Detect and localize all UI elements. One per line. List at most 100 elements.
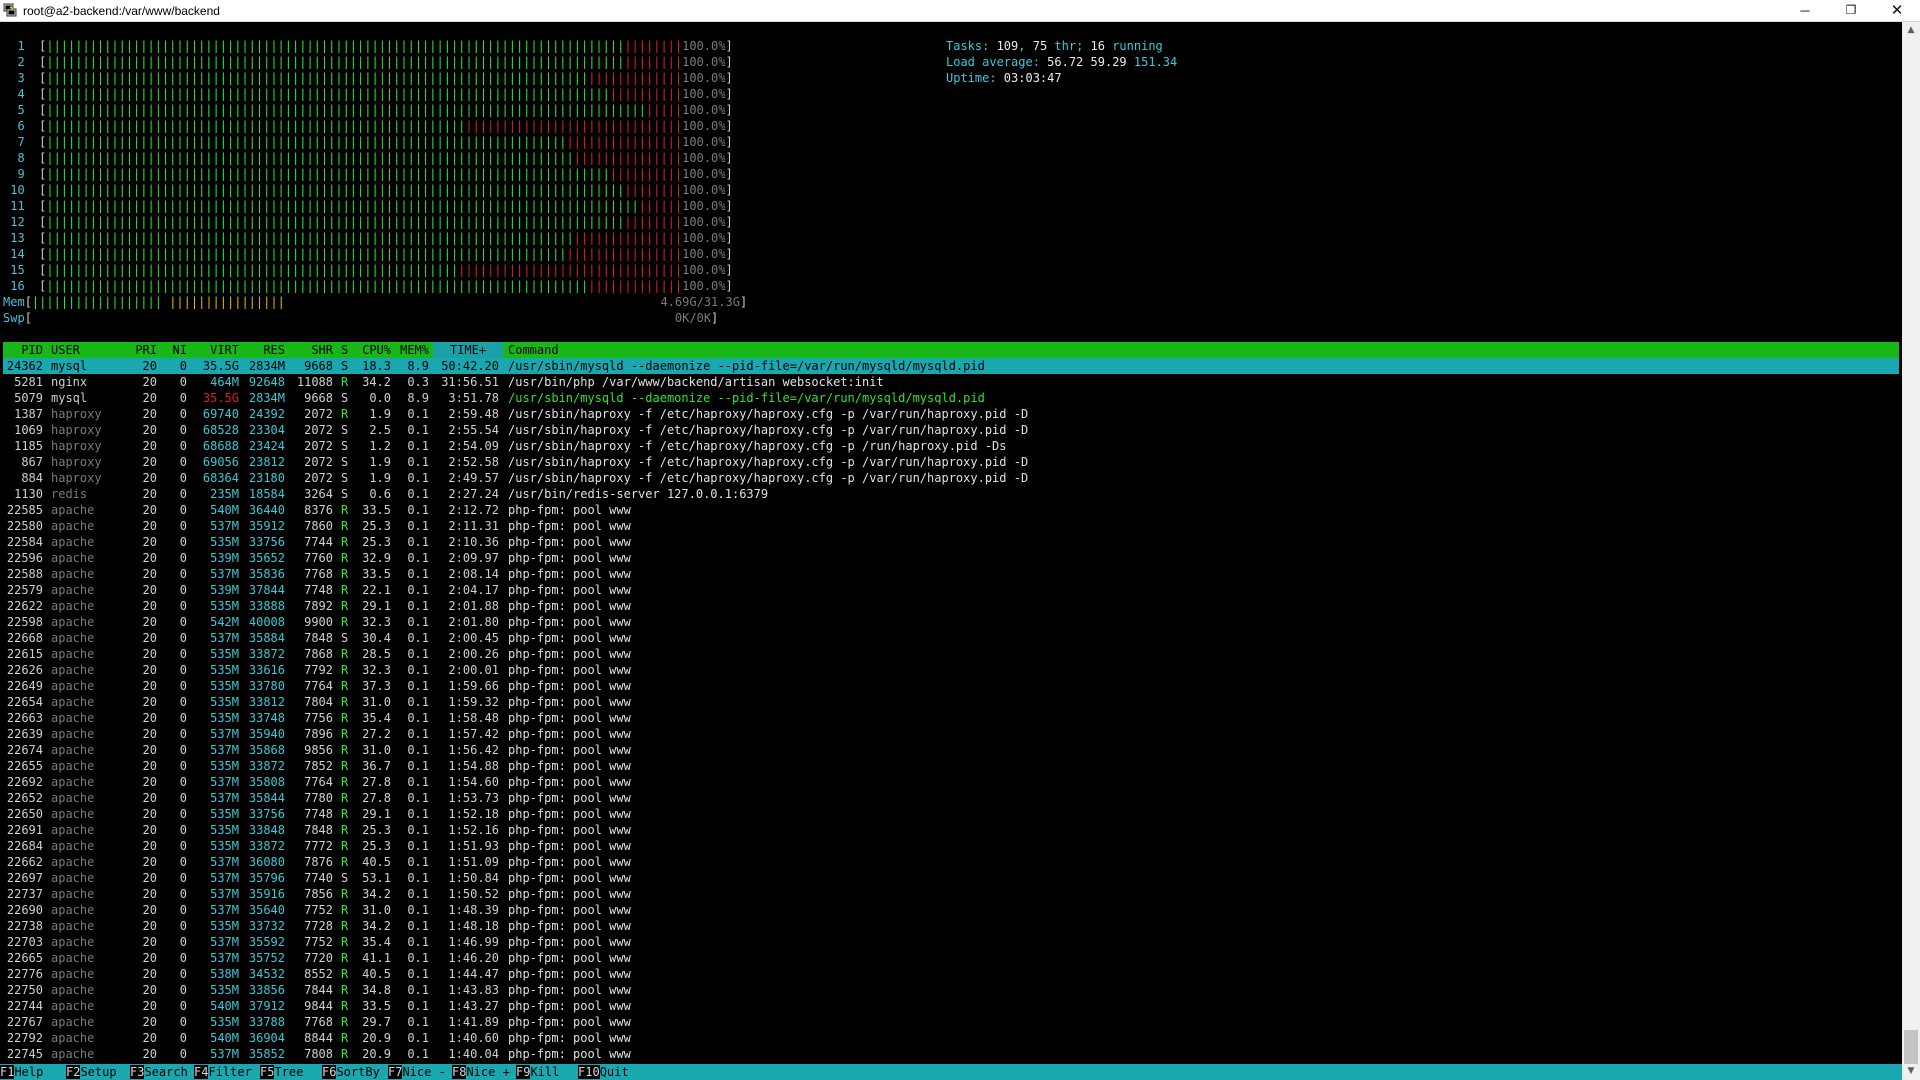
cell-mem: 0.1 xyxy=(407,631,429,645)
table-row[interactable]: 22691 apache 20 0 535M 33848 7848 R 25.3 0.1 1:52.… xyxy=(3,822,1899,838)
cell-cpu: 1.9 xyxy=(369,455,391,469)
table-row[interactable]: 22650 apache 20 0 535M 33756 7748 R 29.1 0.1 1:52.… xyxy=(3,806,1899,822)
table-row[interactable]: 22579 apache 20 0 539M 37844 7748 R 22.1 0.1 2:04.… xyxy=(3,582,1899,598)
close-button[interactable]: ✕ xyxy=(1874,0,1920,21)
fkey-kill-button[interactable]: F9Kill xyxy=(516,1064,559,1080)
table-row[interactable]: 5079 mysql 20 0 35.5G 2834M 9668 S 0.0 8.9 3:51.78… xyxy=(3,390,1899,406)
column-header-shr[interactable]: SHR xyxy=(287,342,333,358)
table-row[interactable]: 22792 apache 20 0 540M 36904 8844 R 20.9 0.1 1:40.… xyxy=(3,1030,1899,1046)
table-row[interactable]: 22649 apache 20 0 535M 33780 7764 R 37.3 0.1 1:59.… xyxy=(3,678,1899,694)
cell-virt: 535M xyxy=(210,839,239,853)
fkey-help-button[interactable]: F1Help xyxy=(0,1064,43,1080)
table-row[interactable]: 22776 apache 20 0 538M 34532 8552 R 40.5 0.1 1:44.… xyxy=(3,966,1899,982)
table-row[interactable]: 1387 haproxy 20 0 69740 24392 2072 R 1.9 0.1 2:59.… xyxy=(3,406,1899,422)
table-row-selected[interactable]: 24362 mysql 20 0 35.5G 2834M 9668 S 18.3 8.9 50:42… xyxy=(3,358,1899,374)
cell-mem: 0.3 xyxy=(407,375,429,389)
table-row[interactable]: 22767 apache 20 0 535M 33788 7768 R 29.7 0.1 1:41.… xyxy=(3,1014,1899,1030)
table-row[interactable]: 22655 apache 20 0 535M 33872 7852 R 36.7 0.1 1:54.… xyxy=(3,758,1899,774)
table-row[interactable]: 22652 apache 20 0 537M 35844 7780 R 27.8 0.1 1:53.… xyxy=(3,790,1899,806)
cell-time: 1:57.42 xyxy=(448,727,499,741)
thread-label: thr; xyxy=(1047,39,1091,53)
table-row[interactable]: 22744 apache 20 0 540M 37912 9844 R 33.5 0.1 1:43.… xyxy=(3,998,1899,1014)
cell-ni: 0 xyxy=(179,551,187,565)
table-row[interactable]: 22580 apache 20 0 537M 35912 7860 R 25.3 0.1 2:11.… xyxy=(3,518,1899,534)
fkey-tree-button[interactable]: F5Tree xyxy=(260,1064,303,1080)
table-row[interactable]: 22626 apache 20 0 535M 33616 7792 R 32.3 0.1 2:00.… xyxy=(3,662,1899,678)
column-header-command[interactable]: Command xyxy=(508,342,559,358)
table-row[interactable]: 22622 apache 20 0 535M 33888 7892 R 29.1 0.1 2:01.… xyxy=(3,598,1899,614)
fkey-nice-button[interactable]: F8Nice + xyxy=(452,1064,510,1080)
cell-shr: 9668 xyxy=(304,359,333,373)
table-row[interactable]: 5281 nginx 20 0 464M 92648 11088 R 34.2 0.3 31:56.… xyxy=(3,374,1899,390)
cell-time: 2:08.14 xyxy=(448,567,499,581)
fkey-filter-button[interactable]: F4Filter xyxy=(194,1064,252,1080)
fkey-nice-button[interactable]: F7Nice - xyxy=(388,1064,446,1080)
column-header-virt[interactable]: VIRT xyxy=(193,342,239,358)
table-row[interactable]: 22690 apache 20 0 537M 35640 7752 R 31.0 0.1 1:48.… xyxy=(3,902,1899,918)
table-row[interactable]: 22665 apache 20 0 537M 35752 7720 R 41.1 0.1 1:46.… xyxy=(3,950,1899,966)
cell-virt: 537M xyxy=(210,775,239,789)
cell-cmd: /usr/sbin/haproxy -f /etc/haproxy/haprox… xyxy=(508,455,1029,469)
table-row[interactable]: 22639 apache 20 0 537M 35940 7896 R 27.2 0.1 1:57.… xyxy=(3,726,1899,742)
table-row[interactable]: 1185 haproxy 20 0 68688 23424 2072 S 1.2 0.1 2:54.… xyxy=(3,438,1899,454)
column-header-ni[interactable]: NI xyxy=(163,342,187,358)
cell-virt: 537M xyxy=(210,855,239,869)
scroll-up-arrow-icon[interactable]: ▲ xyxy=(1902,22,1920,39)
table-row[interactable]: 884 haproxy 20 0 68364 23180 2072 S 1.9 0.1 2:49.5… xyxy=(3,470,1899,486)
table-row[interactable]: 22584 apache 20 0 535M 33756 7744 R 25.3 0.1 2:10.… xyxy=(3,534,1899,550)
table-row[interactable]: 22615 apache 20 0 535M 33872 7868 R 28.5 0.1 2:00.… xyxy=(3,646,1899,662)
cell-mem: 0.1 xyxy=(407,791,429,805)
cpu-meter-value: 100.0% xyxy=(682,279,726,293)
column-header-mem[interactable]: MEM% xyxy=(393,342,429,358)
cell-ni: 0 xyxy=(179,391,187,405)
table-row[interactable]: 22684 apache 20 0 535M 33872 7772 R 25.3 0.1 1:51.… xyxy=(3,838,1899,854)
table-row[interactable]: 22668 apache 20 0 537M 35884 7848 S 30.4 0.1 2:00.… xyxy=(3,630,1899,646)
table-row[interactable]: 1130 redis 20 0 235M 18584 3264 S 0.6 0.1 2:27.24 /… xyxy=(3,486,1899,502)
column-header-res[interactable]: RES xyxy=(241,342,285,358)
restore-button[interactable]: ❐ xyxy=(1828,0,1874,21)
table-row[interactable]: 22585 apache 20 0 540M 36440 8376 R 33.5 0.1 2:12.… xyxy=(3,502,1899,518)
cell-virt: 540M xyxy=(210,999,239,1013)
scroll-down-arrow-icon[interactable]: ▼ xyxy=(1902,1063,1920,1080)
cell-cpu: 27.8 xyxy=(362,791,391,805)
column-header-pri[interactable]: PRI xyxy=(125,342,157,358)
table-row[interactable]: 22598 apache 20 0 542M 40008 9900 R 32.3 0.1 2:01.… xyxy=(3,614,1899,630)
table-row[interactable]: 22692 apache 20 0 537M 35808 7764 R 27.8 0.1 1:54.… xyxy=(3,774,1899,790)
table-row[interactable]: 22588 apache 20 0 537M 35836 7768 R 33.5 0.1 2:08.… xyxy=(3,566,1899,582)
minimize-button[interactable]: ─ xyxy=(1782,0,1828,21)
vertical-scrollbar[interactable]: ▲ ▼ xyxy=(1902,22,1920,1080)
table-row[interactable]: 22750 apache 20 0 535M 33856 7844 R 34.8 0.1 1:43.… xyxy=(3,982,1899,998)
cell-virt: 539M xyxy=(210,583,239,597)
scroll-thumb[interactable] xyxy=(1904,1030,1918,1064)
fkey-sortby-button[interactable]: F6SortBy xyxy=(322,1064,380,1080)
table-row[interactable]: 22654 apache 20 0 535M 33812 7804 R 31.0 0.1 1:59.… xyxy=(3,694,1899,710)
fkey-setup-button[interactable]: F2Setup xyxy=(66,1064,117,1080)
cpu-meter-label: 7 xyxy=(3,135,40,149)
table-row[interactable]: 22703 apache 20 0 537M 35592 7752 R 35.4 0.1 1:46.… xyxy=(3,934,1899,950)
table-row[interactable]: 22596 apache 20 0 539M 35652 7760 R 32.9 0.1 2:09.… xyxy=(3,550,1899,566)
cell-time: 1:54.60 xyxy=(448,775,499,789)
table-row[interactable]: 22674 apache 20 0 537M 35868 9856 R 31.0 0.1 1:56.… xyxy=(3,742,1899,758)
table-row[interactable]: 22745 apache 20 0 537M 35852 7808 R 20.9 0.1 1:40.… xyxy=(3,1046,1899,1062)
column-header-state[interactable]: S xyxy=(341,342,348,358)
cell-pri: 20 xyxy=(142,823,157,837)
table-row[interactable]: 867 haproxy 20 0 69056 23812 2072 S 1.9 0.1 2:52.5… xyxy=(3,454,1899,470)
column-header-time-sorted[interactable]: TIME+ xyxy=(433,342,503,358)
cell-ni: 0 xyxy=(179,839,187,853)
cell-ni: 0 xyxy=(179,583,187,597)
column-header-cpu[interactable]: CPU% xyxy=(353,342,391,358)
cell-user: apache xyxy=(51,743,95,757)
column-header-pid[interactable]: PID xyxy=(3,342,43,358)
table-row[interactable]: 22697 apache 20 0 537M 35796 7740 S 53.1 0.1 1:50.… xyxy=(3,870,1899,886)
cell-shr: 3264 xyxy=(304,487,333,501)
fkey-quit-button[interactable]: F10Quit xyxy=(578,1064,629,1080)
table-row[interactable]: 22662 apache 20 0 537M 36080 7876 R 40.5 0.1 1:51.… xyxy=(3,854,1899,870)
column-header-user[interactable]: USER xyxy=(51,342,80,358)
fkey-search-button[interactable]: F3Search xyxy=(130,1064,188,1080)
cell-mem: 0.1 xyxy=(407,743,429,757)
table-row[interactable]: 22737 apache 20 0 537M 35916 7856 R 34.2 0.1 1:50.… xyxy=(3,886,1899,902)
cell-s: R xyxy=(341,567,349,581)
table-row[interactable]: 1069 haproxy 20 0 68528 23304 2072 S 2.5 0.1 2:55.… xyxy=(3,422,1899,438)
table-row[interactable]: 22663 apache 20 0 535M 33748 7756 R 35.4 0.1 1:58.… xyxy=(3,710,1899,726)
table-row[interactable]: 22738 apache 20 0 535M 33732 7728 R 34.2 0.1 1:48.… xyxy=(3,918,1899,934)
